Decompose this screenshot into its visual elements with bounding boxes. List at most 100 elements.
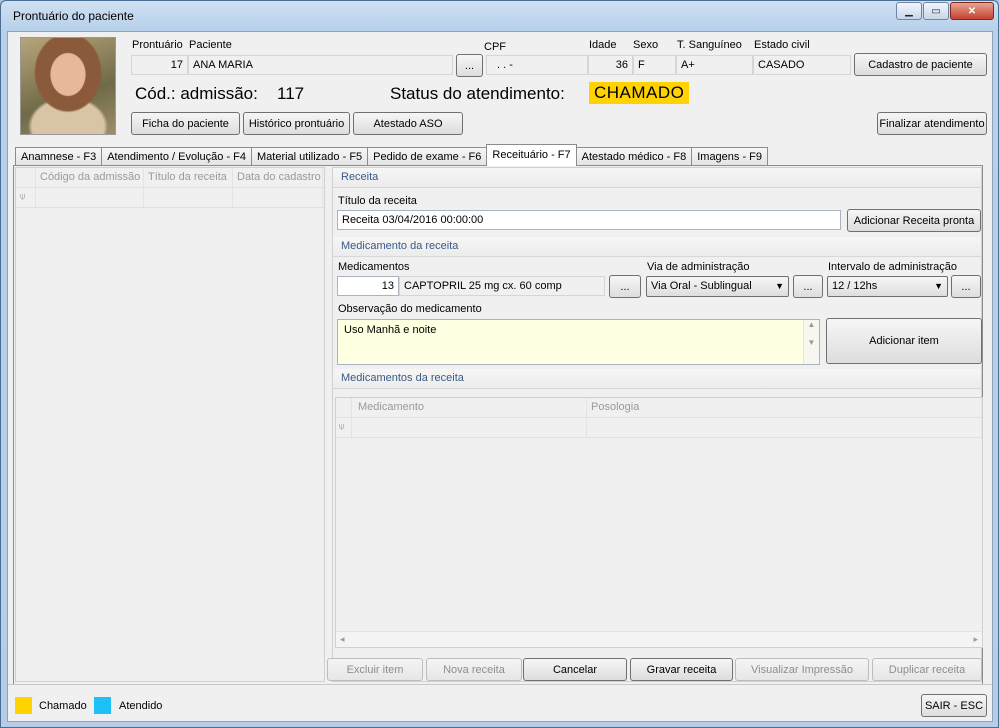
tab-strip: Anamnese - F3 Atendimento / Evolução - F… (15, 144, 769, 166)
adicionar-item-label: Adicionar item (869, 335, 939, 347)
medicamento-name-field[interactable]: CAPTOPRIL 25 mg cx. 60 comp (399, 276, 605, 296)
tab-atendimento-evolucao[interactable]: Atendimento / Evolução - F4 (101, 147, 252, 166)
medicamentos-receita-section-title: Medicamentos da receita (333, 369, 981, 389)
gravar-receita-button[interactable]: Gravar receita (630, 658, 733, 681)
finalizar-atendimento-label: Finalizar atendimento (879, 117, 985, 130)
window-controls: ▁ ▭ ✕ (895, 2, 994, 20)
grid-indicator-column (336, 398, 352, 417)
intervalo-administracao-value: 12 / 12hs (832, 280, 878, 292)
medicamento-code-input[interactable]: 13 (337, 276, 399, 296)
cadastro-paciente-button[interactable]: Cadastro de paciente (854, 53, 987, 76)
atestado-aso-button[interactable]: Atestado ASO (353, 112, 463, 135)
medicamento-section-title: Medicamento da receita (333, 237, 981, 257)
receitas-grid[interactable]: Código da admissão Título da receita Dat… (15, 167, 325, 682)
estado-civil-label: Estado civil (754, 39, 810, 51)
receita-section-title: Receita (333, 168, 981, 188)
horizontal-scrollbar[interactable]: ◂ ▸ (336, 631, 982, 647)
cancelar-button[interactable]: Cancelar (523, 658, 627, 681)
client-area: Prontuário Paciente CPF Idade Sexo T. Sa… (7, 31, 993, 722)
scroll-left-icon[interactable]: ◂ (340, 634, 345, 645)
filter-icon: ⍦ (16, 188, 36, 207)
chevron-down-icon: ▼ (934, 281, 943, 291)
window-title: Prontuário do paciente (13, 9, 134, 23)
ficha-paciente-button[interactable]: Ficha do paciente (131, 112, 240, 135)
tab-anamnese[interactable]: Anamnese - F3 (15, 147, 103, 166)
grid-column-data[interactable]: Data do cadastro (233, 168, 323, 187)
observacao-value: Uso Manhã e noite (344, 324, 437, 336)
adicionar-receita-pronta-label: Adicionar Receita pronta (853, 214, 975, 227)
tab-imagens[interactable]: Imagens - F9 (691, 147, 769, 166)
idade-label: Idade (589, 39, 617, 51)
observacao-scrollbar[interactable]: ▲ ▼ (803, 320, 819, 364)
excluir-item-button[interactable]: Excluir item (327, 658, 423, 681)
tipo-sanguineo-field[interactable]: A+ (676, 55, 753, 75)
observacao-label: Observação do medicamento (338, 303, 482, 315)
status-label: Status do atendimento: (390, 84, 565, 103)
excluir-item-label: Excluir item (346, 663, 404, 676)
sair-label: SAIR - ESC (924, 699, 984, 712)
filter-icon: ⍦ (336, 418, 352, 437)
paciente-field[interactable]: ANA MARIA (188, 55, 453, 75)
historico-prontuario-label: Histórico prontuário (248, 117, 345, 130)
atestado-aso-label: Atestado ASO (373, 117, 443, 130)
finalizar-atendimento-button[interactable]: Finalizar atendimento (877, 112, 987, 135)
prontuario-field[interactable]: 17 (131, 55, 188, 75)
cadastro-paciente-label: Cadastro de paciente (868, 58, 973, 71)
sexo-field[interactable]: F (633, 55, 676, 75)
estado-civil-field[interactable]: CASADO (753, 55, 851, 75)
tab-material-utilizado[interactable]: Material utilizado - F5 (251, 147, 369, 166)
via-administracao-select[interactable]: Via Oral - Sublingual ▼ (646, 276, 789, 297)
admissao-label: Cód.: admissão: (135, 84, 258, 103)
close-icon[interactable]: ✕ (950, 2, 994, 20)
grid-column-codigo[interactable]: Código da admissão (36, 168, 144, 187)
cancelar-label: Cancelar (552, 663, 598, 676)
medicamentos-filter-row[interactable]: ⍦ (336, 418, 982, 438)
adicionar-item-button[interactable]: Adicionar item (826, 318, 982, 364)
intervalo-administracao-label: Intervalo de administração (828, 261, 958, 273)
nova-receita-button[interactable]: Nova receita (426, 658, 522, 681)
maximize-icon[interactable]: ▭ (923, 2, 949, 20)
legend-atendido-swatch (94, 697, 111, 714)
visualizar-impressao-button[interactable]: Visualizar Impressão (735, 658, 869, 681)
scroll-right-icon[interactable]: ▸ (973, 634, 978, 645)
cpf-lookup-button[interactable]: ... (456, 54, 483, 77)
observacao-textarea[interactable]: Uso Manhã e noite ▲ ▼ (337, 319, 820, 365)
legend-chamado-label: Chamado (39, 700, 87, 712)
status-badge: CHAMADO (589, 82, 690, 104)
medicamento-lookup-button[interactable]: ... (609, 275, 641, 298)
admissao-value: 117 (277, 84, 305, 103)
grid-column-posologia[interactable]: Posologia (587, 398, 982, 417)
medicamentos-label: Medicamentos (338, 261, 410, 273)
intervalo-administracao-lookup-button[interactable]: ... (951, 275, 981, 298)
visualizar-impressao-label: Visualizar Impressão (751, 663, 853, 676)
idade-field[interactable]: 36 (588, 55, 633, 75)
sexo-label: Sexo (633, 39, 659, 51)
medicamentos-receita-grid[interactable]: Medicamento Posologia ⍦ ◂ ▸ (335, 397, 983, 648)
chevron-down-icon: ▼ (775, 281, 784, 291)
minimize-icon[interactable]: ▁ (896, 2, 922, 20)
adicionar-receita-pronta-button[interactable]: Adicionar Receita pronta (847, 209, 981, 232)
prontuario-label: Prontuário (132, 39, 183, 51)
titulo-receita-input[interactable]: Receita 03/04/2016 00:00:00 (337, 210, 841, 230)
paciente-label: Paciente (189, 39, 232, 51)
duplicar-receita-label: Duplicar receita (888, 663, 966, 676)
intervalo-administracao-select[interactable]: 12 / 12hs ▼ (827, 276, 948, 297)
receita-editor: Receita Título da receita Receita 03/04/… (332, 167, 983, 682)
receitas-filter-row[interactable]: ⍦ (16, 188, 324, 208)
grid-column-medicamento[interactable]: Medicamento (352, 398, 587, 417)
title-bar[interactable]: Prontuário do paciente ▁ ▭ ✕ (1, 1, 998, 31)
tab-receituario[interactable]: Receituário - F7 (486, 144, 577, 166)
tab-atestado-medico[interactable]: Atestado médico - F8 (575, 147, 693, 166)
tab-pedido-exame[interactable]: Pedido de exame - F6 (367, 147, 488, 166)
tipo-sanguineo-label: T. Sanguíneo (677, 39, 742, 51)
historico-prontuario-button[interactable]: Histórico prontuário (243, 112, 350, 135)
legend-chamado-swatch (15, 697, 32, 714)
via-administracao-value: Via Oral - Sublingual (651, 280, 752, 292)
gravar-receita-label: Gravar receita (646, 663, 717, 676)
nova-receita-label: Nova receita (443, 663, 505, 676)
via-administracao-lookup-button[interactable]: ... (793, 275, 823, 298)
duplicar-receita-button[interactable]: Duplicar receita (872, 658, 982, 681)
grid-column-titulo[interactable]: Título da receita (144, 168, 233, 187)
sair-button[interactable]: SAIR - ESC (921, 694, 987, 717)
cpf-field[interactable]: . . - (486, 55, 588, 75)
